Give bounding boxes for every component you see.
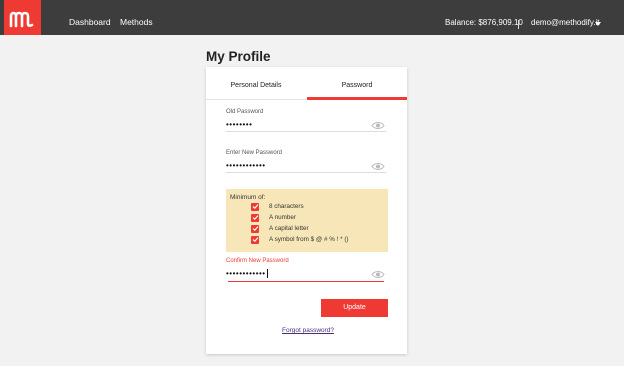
chevron-down-icon[interactable] (595, 22, 601, 26)
requirement-item: A capital letter (251, 224, 309, 233)
checkbox-checked-icon (251, 235, 259, 244)
topbar-divider (518, 20, 519, 29)
tab-password[interactable]: Password (307, 67, 407, 100)
new-password-label: Enter New Password (226, 150, 283, 156)
text-cursor (266, 269, 268, 279)
old-password-underline (226, 131, 386, 132)
profile-card: Personal Details Password Old Password •… (206, 67, 407, 354)
top-navigation-bar: Dashboard Methods Balance: $876,909.10 d… (0, 0, 624, 35)
update-button[interactable]: Update (321, 299, 388, 317)
eye-icon[interactable] (371, 270, 385, 279)
page-title: My Profile (206, 49, 271, 64)
checkbox-checked-icon (251, 213, 259, 222)
logo-m-icon (9, 11, 33, 27)
requirements-title: Minimum of: (230, 194, 266, 201)
checkbox-checked-icon (251, 202, 259, 211)
requirement-label: 8 characters (269, 203, 304, 210)
new-password-input[interactable]: •••••••••••• (226, 161, 266, 170)
confirm-password-input[interactable]: •••••••••••• (226, 269, 268, 279)
confirm-password-value: •••••••••••• (226, 269, 266, 278)
eye-icon[interactable] (371, 121, 385, 130)
password-requirements: Minimum of: 8 characters A number A capi… (226, 189, 388, 252)
methodify-logo[interactable] (4, 0, 41, 35)
eye-icon[interactable] (371, 162, 385, 171)
account-balance: Balance: $876,909.10 (445, 18, 523, 27)
confirm-password-label: Confirm New Password (226, 258, 289, 264)
user-menu[interactable]: demo@methodify.it (531, 0, 599, 35)
checkbox-checked-icon (251, 224, 259, 233)
requirement-label: A symbol from $ @ # % ! * () (269, 236, 349, 243)
old-password-input[interactable]: •••••••• (226, 120, 252, 129)
nav-methods-link[interactable]: Methods (120, 0, 153, 35)
nav-dashboard-link[interactable]: Dashboard (69, 0, 111, 35)
requirement-item: 8 characters (251, 202, 304, 211)
old-password-label: Old Password (226, 109, 264, 115)
tab-personal-details[interactable]: Personal Details (206, 67, 306, 100)
confirm-password-underline (228, 281, 384, 282)
new-password-underline (226, 172, 386, 173)
requirement-item: A number (251, 213, 296, 222)
forgot-password-link[interactable]: Forgot password? (282, 327, 334, 334)
requirement-label: A capital letter (269, 225, 309, 232)
requirement-label: A number (269, 214, 296, 221)
requirement-item: A symbol from $ @ # % ! * () (251, 235, 349, 244)
